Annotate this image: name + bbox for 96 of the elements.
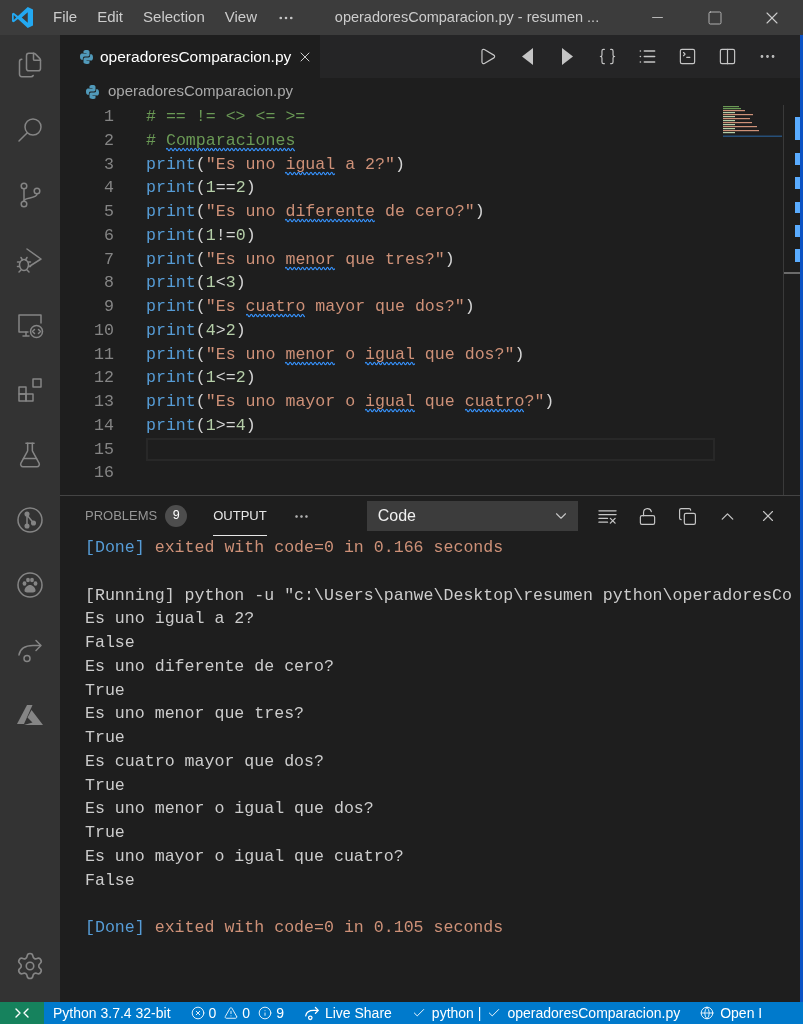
check-icon <box>487 1006 502 1020</box>
editor-tab[interactable]: operadoresComparacion.py <box>60 35 320 78</box>
menu-item[interactable]: View <box>214 0 267 35</box>
code-line: print("Es uno mayor o igual que cuatro?") <box>146 391 555 413</box>
paw-circle-icon[interactable] <box>16 571 44 599</box>
output-line: False <box>85 633 135 652</box>
remote-monitor-icon[interactable] <box>16 311 44 339</box>
output-line: Es uno menor o igual que dos? <box>85 799 374 819</box>
globe-icon <box>700 1006 715 1020</box>
check-icon <box>411 1006 426 1020</box>
warning-icon <box>224 1006 239 1020</box>
output-line: [Done] exited with code=0 in 0.105 seconds <box>85 918 504 937</box>
line-number: 9 <box>103 296 114 318</box>
output-line: [Running] python -u "c:\Users\panwe\Desktop\resumen python\operadoresCo <box>85 585 792 605</box>
copy-icon[interactable] <box>678 506 698 526</box>
code-line: print("Es uno igual a 2?") <box>146 153 405 176</box>
output-line: True <box>85 823 125 842</box>
code-line: print("Es uno menor que tres?") <box>146 248 455 271</box>
line-number: 7 <box>103 248 114 271</box>
code-line: print("Es cuatro mayor que dos?") <box>146 296 475 318</box>
output-line: Es uno igual a 2? <box>85 609 255 629</box>
braces-icon[interactable] <box>597 47 617 66</box>
output-line: True <box>85 680 125 700</box>
list-icon[interactable] <box>637 47 657 66</box>
info-icon <box>258 1006 273 1020</box>
output-line: Es uno mayor o igual que cuatro? <box>85 846 404 866</box>
line-number: 10 <box>93 319 114 342</box>
minimap-drawing <box>723 106 782 137</box>
file-type-icon <box>86 84 99 99</box>
line-number: 5 <box>103 201 114 223</box>
line-number: 6 <box>103 224 114 247</box>
output-channel-select[interactable]: Code <box>366 501 578 531</box>
overview-marker <box>795 249 800 262</box>
left-triangle-icon[interactable] <box>521 48 533 65</box>
settings-icon[interactable] <box>15 950 45 981</box>
code-line: print("Es uno diferente de cero?") <box>146 201 485 223</box>
menu-item[interactable]: Selection <box>133 0 215 35</box>
code-line: # == != <> <= >= <box>146 106 306 128</box>
problems-status[interactable]: 0 0 9 <box>180 1002 294 1024</box>
menu-item[interactable]: File <box>43 0 88 35</box>
run-debug-icon[interactable] <box>16 246 44 274</box>
overview-marker <box>795 177 800 189</box>
code-line: print(4>2) <box>146 319 246 342</box>
overview-marker <box>795 225 800 237</box>
output-line: Es uno diferente de cero? <box>85 656 334 676</box>
live-share-status[interactable]: Live Share <box>293 1002 402 1024</box>
code-line: print(1<=2) <box>146 367 256 390</box>
output-line: Es uno menor que tres? <box>85 704 305 724</box>
code-line: print(1<3) <box>146 272 246 295</box>
right-triangle-icon[interactable] <box>561 48 573 65</box>
code-line: print(1>=4) <box>146 414 256 437</box>
open-in-status[interactable]: Open I <box>690 1002 763 1024</box>
error-icon <box>190 1006 205 1020</box>
panel-tab[interactable]: OUTPUT <box>213 496 267 536</box>
code-line: print("Es uno menor o igual que dos?") <box>146 343 525 366</box>
line-number: 15 <box>93 438 114 461</box>
interpreter-status[interactable]: Python 3.7.4 32-bit <box>44 1002 181 1024</box>
app-logo-icon[interactable] <box>12 7 33 28</box>
line-number: 14 <box>93 414 114 437</box>
menu-item[interactable]: Edit <box>87 0 134 35</box>
share-arrow-icon <box>303 1005 320 1021</box>
window-title: operadoresComparacion.py - resumen ... <box>334 7 600 27</box>
terminal-icon[interactable] <box>677 47 697 66</box>
count-badge: 9 <box>165 504 188 527</box>
output-line: [Done] exited with code=0 in 0.166 seconds <box>85 538 504 557</box>
maximize-icon[interactable] <box>706 9 723 26</box>
search-icon[interactable] <box>16 116 44 144</box>
check-status[interactable]: python | operadoresComparacion.py <box>401 1002 691 1024</box>
extensions-icon[interactable] <box>16 376 44 404</box>
overview-marker <box>795 202 800 213</box>
line-number: 16 <box>93 462 114 485</box>
output-line: False <box>85 870 135 890</box>
overview-marker <box>795 153 800 165</box>
line-number: 2 <box>103 129 114 152</box>
output-line: Es cuatro mayor que dos? <box>85 751 324 771</box>
breadcrumb-item[interactable]: operadoresComparacion.py <box>86 80 294 103</box>
file-type-icon <box>80 49 93 64</box>
code-line: # Comparaciones <box>146 129 296 152</box>
line-number: 3 <box>103 153 114 176</box>
panel-tab[interactable]: PROBLEMS 9 <box>85 496 188 536</box>
code-line: print(1==2) <box>146 177 256 200</box>
line-number: 1 <box>103 106 114 128</box>
unlocked-lock-icon[interactable] <box>638 506 658 526</box>
output-line: True <box>85 775 125 795</box>
line-number: 4 <box>103 177 114 200</box>
line-number: 11 <box>93 343 114 366</box>
remote-icon[interactable] <box>15 1006 29 1020</box>
line-number: 8 <box>103 272 114 295</box>
line-number: 13 <box>93 391 114 413</box>
split-editor-icon[interactable] <box>717 47 737 66</box>
files-icon[interactable] <box>16 51 44 79</box>
line-number: 12 <box>93 367 114 390</box>
overview-marker <box>795 117 800 140</box>
output-line: True <box>85 728 125 747</box>
branch-circle-icon[interactable] <box>16 506 44 534</box>
code-line: print(1!=0) <box>146 224 256 247</box>
